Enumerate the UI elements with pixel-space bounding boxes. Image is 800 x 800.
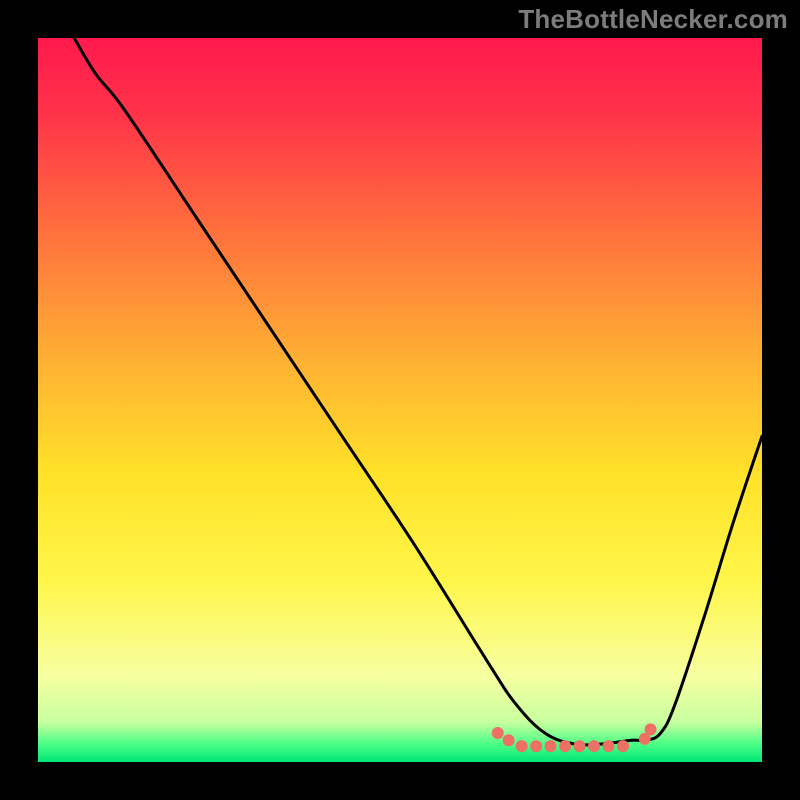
curve-dot: [645, 723, 657, 735]
curve-dot: [530, 740, 542, 752]
curve-dot: [492, 727, 504, 739]
chart-frame: TheBottleNecker.com: [0, 0, 800, 800]
plot-svg: [38, 38, 762, 762]
curve-dot: [545, 740, 557, 752]
curve-dot: [603, 740, 615, 752]
curve-dot: [574, 740, 586, 752]
bottom-dots: [492, 723, 657, 752]
curve-dot: [559, 740, 571, 752]
plot-area: [38, 38, 762, 762]
watermark-text: TheBottleNecker.com: [518, 4, 788, 35]
bottleneck-curve: [74, 38, 762, 745]
curve-dot: [516, 740, 528, 752]
curve-dot: [588, 740, 600, 752]
curve-dot: [503, 734, 515, 746]
curve-dot: [617, 740, 629, 752]
